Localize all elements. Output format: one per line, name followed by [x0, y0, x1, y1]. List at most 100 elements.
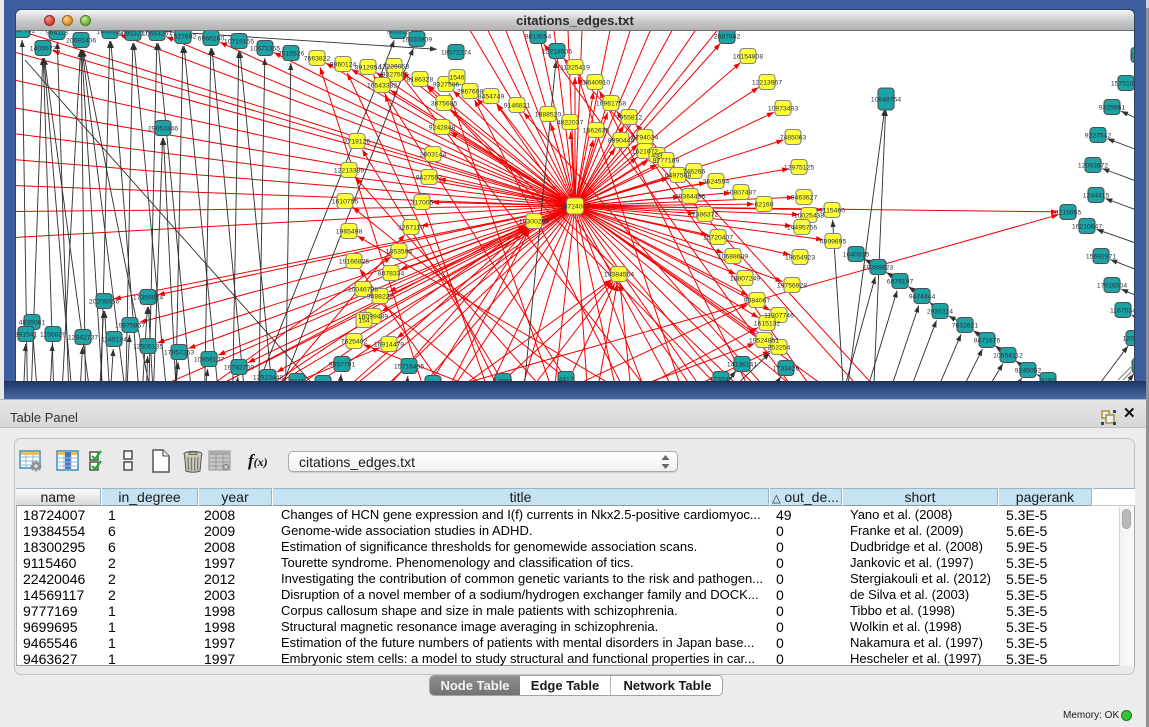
svg-text:9227542: 9227542 [1085, 133, 1112, 140]
svg-text:9846: 9846 [289, 379, 304, 382]
svg-text:9860124: 9860124 [330, 62, 357, 69]
svg-text:12213389: 12213389 [334, 168, 364, 175]
svg-text:16033809: 16033809 [402, 37, 432, 44]
svg-text:18300295: 18300295 [519, 219, 549, 226]
svg-text:19654923: 19654923 [785, 255, 815, 262]
svg-text:252254: 252254 [768, 345, 791, 352]
svg-text:11325419: 11325419 [560, 65, 590, 72]
svg-text:1244415: 1244415 [1083, 193, 1110, 200]
svg-text:6794024: 6794024 [632, 135, 659, 142]
svg-text:1615132: 1615132 [754, 321, 781, 328]
svg-text:88: 88 [429, 381, 437, 382]
svg-text:8813054: 8813054 [525, 34, 552, 41]
svg-text:9115460: 9115460 [819, 208, 845, 215]
svg-text:12213967: 12213967 [752, 80, 782, 87]
svg-text:9474444: 9474444 [909, 294, 936, 301]
svg-text:16914479: 16914479 [374, 342, 404, 349]
svg-text:6966160: 6966160 [198, 36, 225, 43]
svg-text:173342: 173342 [710, 377, 733, 382]
svg-text:19389923: 19389923 [863, 265, 893, 272]
svg-text:6899695: 6899695 [820, 239, 847, 246]
svg-text:10671355: 10671355 [250, 46, 280, 53]
svg-text:1562635: 1562635 [583, 128, 610, 135]
svg-text:1640935: 1640935 [843, 252, 870, 259]
svg-text:1156829: 1156829 [40, 332, 66, 339]
svg-text:8912954: 8912954 [355, 65, 382, 72]
svg-text:9146821: 9146821 [504, 103, 531, 110]
svg-text:317005: 317005 [411, 200, 434, 207]
svg-text:10973493: 10973493 [768, 106, 798, 113]
svg-text:2087662: 2087662 [714, 34, 741, 41]
svg-text:120933: 120933 [1123, 336, 1134, 343]
svg-text:1965498: 1965498 [336, 229, 363, 236]
svg-text:391541: 391541 [16, 332, 38, 339]
svg-text:9427552: 9427552 [416, 175, 443, 182]
svg-text:1546: 1546 [449, 75, 464, 82]
svg-text:20364436: 20364436 [675, 194, 705, 201]
svg-text:9777169: 9777169 [653, 158, 680, 165]
svg-text:10648764: 10648764 [871, 97, 901, 104]
svg-text:19384554: 19384554 [604, 272, 634, 279]
svg-text:12975125: 12975125 [784, 165, 814, 172]
svg-text:7632621: 7632621 [952, 323, 979, 330]
svg-text:12218506: 12218506 [542, 49, 572, 56]
svg-text:17016504: 17016504 [1097, 283, 1127, 290]
svg-text:8186328: 8186328 [407, 77, 434, 84]
svg-text:3875685: 3875685 [431, 101, 458, 108]
svg-text:16210647: 16210647 [1072, 224, 1102, 231]
svg-text:19756928: 19756928 [777, 283, 807, 290]
svg-text:10719155: 10719155 [224, 39, 254, 46]
svg-text:16543382: 16543382 [367, 83, 397, 90]
svg-text:8454749: 8454749 [478, 94, 505, 101]
svg-text:7485063: 7485063 [780, 135, 807, 142]
svg-text:18572274: 18572274 [441, 50, 471, 57]
svg-text:14495756: 14495756 [787, 225, 817, 232]
svg-text:29053346: 29053346 [148, 126, 178, 133]
svg-text:11207746: 11207746 [764, 313, 794, 320]
svg-text:12093872: 12093872 [1078, 163, 1108, 170]
svg-text:2935114: 2935114 [927, 309, 953, 316]
svg-text:4835081: 4835081 [19, 320, 46, 327]
svg-text:154: 154 [358, 318, 370, 325]
svg-text:77: 77 [319, 381, 327, 382]
svg-text:19975867: 19975867 [115, 323, 145, 330]
svg-text:15751074: 15751074 [1111, 81, 1134, 88]
svg-text:964113: 964113 [46, 31, 68, 37]
svg-text:15692971: 15692971 [1086, 254, 1116, 261]
svg-text:14136141: 14136141 [727, 362, 757, 369]
svg-text:9194: 9194 [1040, 378, 1055, 382]
svg-text:8990448: 8990448 [608, 138, 635, 145]
svg-text:9327505: 9327505 [382, 72, 409, 79]
svg-text:1167534: 1167534 [1110, 308, 1134, 315]
svg-text:12992: 12992 [494, 379, 513, 382]
svg-text:7386372: 7386372 [692, 212, 719, 219]
svg-text:4417: 4417 [558, 377, 573, 382]
svg-text:3267110: 3267110 [398, 225, 424, 232]
svg-text:1610755: 1610755 [332, 199, 359, 206]
svg-text:2718126: 2718126 [344, 139, 371, 146]
svg-text:4822037: 4822037 [557, 120, 584, 127]
svg-text:8878334: 8878334 [378, 271, 405, 278]
svg-text:8215955: 8215955 [1055, 210, 1082, 217]
svg-text:9329961: 9329961 [1099, 105, 1126, 112]
svg-text:903313: 903313 [387, 31, 410, 36]
svg-text:1527602: 1527602 [170, 34, 197, 41]
svg-text:16154808: 16154808 [733, 54, 763, 61]
svg-text:1353594: 1353594 [386, 249, 413, 256]
svg-text:11172: 11172 [1130, 53, 1134, 60]
svg-text:17359924: 17359924 [133, 295, 163, 302]
svg-text:7625402: 7625402 [341, 339, 368, 346]
svg-text:10046798: 10046798 [348, 287, 378, 294]
svg-text:7515526: 7515526 [278, 51, 305, 58]
svg-text:6879197: 6879197 [887, 279, 914, 286]
svg-text:15720407: 15720407 [703, 235, 733, 242]
svg-text:9242848: 9242848 [429, 125, 456, 132]
svg-text:20206556: 20206556 [89, 299, 119, 306]
svg-text:10807487: 10807487 [726, 190, 756, 197]
svg-text:9857791: 9857791 [329, 362, 356, 369]
svg-text:6497568: 6497568 [665, 173, 692, 180]
svg-text:9498222: 9498222 [367, 294, 394, 301]
svg-text:19166825: 19166825 [339, 259, 369, 266]
svg-text:10958107: 10958107 [194, 357, 224, 364]
svg-text:1888520: 1888520 [535, 112, 562, 119]
